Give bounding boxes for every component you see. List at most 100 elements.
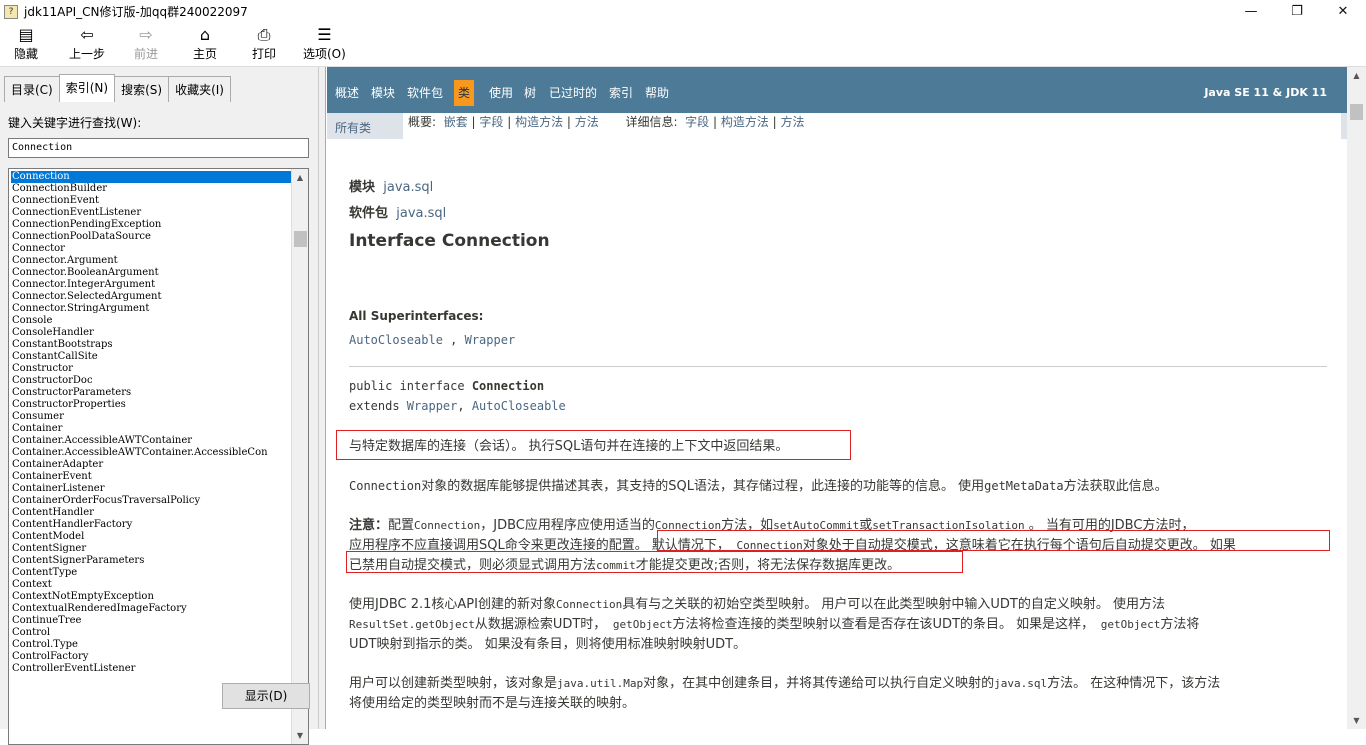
minimize-button[interactable]: — xyxy=(1228,0,1274,23)
decl-separator: , xyxy=(457,399,472,413)
index-list-item[interactable]: Connection xyxy=(11,171,293,183)
nav-module[interactable]: 模块 xyxy=(371,80,395,106)
index-list-item[interactable]: Container.AccessibleAWTContainer xyxy=(11,435,293,447)
tab-favorites[interactable]: 收藏夹(I) xyxy=(168,76,231,102)
tab-search[interactable]: 搜索(S) xyxy=(114,76,170,102)
index-list-item[interactable]: ConstantCallSite xyxy=(11,351,293,363)
detail-constructor-link[interactable]: 构造方法 xyxy=(721,115,769,129)
index-list-item[interactable]: Console xyxy=(11,315,293,327)
index-list-item[interactable]: Control.Type xyxy=(11,639,293,651)
scroll-up-icon[interactable]: ▲ xyxy=(292,169,308,186)
forward-label: 前进 xyxy=(134,47,159,61)
index-list-item[interactable]: ConstructorProperties xyxy=(11,399,293,411)
index-list-item[interactable]: ConnectionPoolDataSource xyxy=(11,231,293,243)
print-label: 打印 xyxy=(252,47,277,61)
pane-splitter[interactable] xyxy=(318,67,326,729)
highlight-box-3 xyxy=(346,551,963,573)
index-list-item[interactable]: Container.AccessibleAWTContainer.Accessi… xyxy=(11,447,293,459)
summary-constructor-link[interactable]: 构造方法 xyxy=(515,115,563,129)
index-list[interactable]: Connection ConnectionBuilder ConnectionEve… xyxy=(8,168,309,745)
index-list-item[interactable]: Container xyxy=(11,423,293,435)
index-list-item[interactable]: ConnectionEvent xyxy=(11,195,293,207)
index-list-item[interactable]: ConnectionPendingException xyxy=(11,219,293,231)
index-list-item[interactable]: Control xyxy=(11,627,293,639)
title-bar: ? jdk11API_CN修订版-加qq群240022097 — ❐ ✕ xyxy=(0,0,1366,23)
options-button[interactable]: ☰ 选项(O) xyxy=(303,25,346,65)
nav-overview[interactable]: 概述 xyxy=(335,80,359,106)
index-list-item[interactable]: Connector.StringArgument xyxy=(11,303,293,315)
detail-method-link[interactable]: 方法 xyxy=(781,115,805,129)
nav-deprecated[interactable]: 已过时的 xyxy=(549,80,597,106)
package-link[interactable]: java.sql xyxy=(396,206,446,221)
index-list-scrollbar[interactable]: ▲ ▼ xyxy=(291,169,308,744)
index-list-item[interactable]: ContainerListener xyxy=(11,483,293,495)
index-list-item[interactable]: ControlFactory xyxy=(11,651,293,663)
tab-contents[interactable]: 目录(C) xyxy=(4,76,60,102)
index-list-item[interactable]: ContentHandler xyxy=(11,507,293,519)
index-list-item[interactable]: Constructor xyxy=(11,363,293,375)
tab-index[interactable]: 索引(N) xyxy=(58,74,116,102)
index-list-item[interactable]: ConnectionBuilder xyxy=(11,183,293,195)
index-list-item[interactable]: ConsoleHandler xyxy=(11,327,293,339)
summary-field-link[interactable]: 字段 xyxy=(479,115,503,129)
hide-icon: ▤ xyxy=(18,25,34,44)
content-scrollbar[interactable]: ▲ ▼ xyxy=(1347,67,1366,729)
detail-field-link[interactable]: 字段 xyxy=(685,115,709,129)
nav-index[interactable]: 索引 xyxy=(609,80,633,106)
back-label: 上一步 xyxy=(69,47,106,61)
index-list-item[interactable]: ConstructorParameters xyxy=(11,387,293,399)
scroll-down-icon[interactable]: ▼ xyxy=(292,727,308,744)
index-list-item[interactable]: ContentHandlerFactory xyxy=(11,519,293,531)
index-list-item[interactable]: ContainerEvent xyxy=(11,471,293,483)
index-list-item[interactable]: ContinueTree xyxy=(11,615,293,627)
home-button[interactable]: ⌂ 主页 xyxy=(193,25,217,65)
scroll-up-icon[interactable]: ▲ xyxy=(1347,67,1366,84)
index-list-item[interactable]: ContentType xyxy=(11,567,293,579)
summary-nested-link[interactable]: 嵌套 xyxy=(444,115,468,129)
nav-tree[interactable]: 树 xyxy=(524,80,536,106)
scroll-thumb[interactable] xyxy=(294,231,307,247)
summary-method-link[interactable]: 方法 xyxy=(575,115,599,129)
print-button[interactable]: ⎙ 打印 xyxy=(252,25,276,65)
index-list-item[interactable]: ContentModel xyxy=(11,531,293,543)
index-list-item[interactable]: ContextualRenderedImageFactory xyxy=(11,603,293,615)
scroll-thumb[interactable] xyxy=(1350,104,1363,120)
decl-extends: extends xyxy=(349,399,407,413)
forward-button[interactable]: ⇨ 前进 xyxy=(134,25,158,65)
scroll-down-icon[interactable]: ▼ xyxy=(1347,712,1366,729)
index-list-item[interactable]: ConstructorDoc xyxy=(11,375,293,387)
index-list-item[interactable]: ContainerOrderFocusTraversalPolicy xyxy=(11,495,293,507)
autocloseable-link[interactable]: AutoCloseable xyxy=(349,333,443,347)
index-list-item[interactable]: ContentSigner xyxy=(11,543,293,555)
index-list-item[interactable]: Connector.BooleanArgument xyxy=(11,267,293,279)
index-list-item[interactable]: Consumer xyxy=(11,411,293,423)
close-button[interactable]: ✕ xyxy=(1320,0,1366,23)
all-classes-link[interactable]: 所有类 xyxy=(335,119,371,136)
module-link[interactable]: java.sql xyxy=(383,180,433,195)
nav-package[interactable]: 软件包 xyxy=(407,80,443,106)
index-list-item[interactable]: ControllerEventListener xyxy=(11,663,293,675)
index-list-item[interactable]: ConstantBootstraps xyxy=(11,339,293,351)
index-list-item[interactable]: ContentSignerParameters xyxy=(11,555,293,567)
nav-use[interactable]: 使用 xyxy=(489,80,513,106)
highlight-box-2 xyxy=(657,530,1330,551)
maximize-button[interactable]: ❐ xyxy=(1274,0,1320,23)
nav-help[interactable]: 帮助 xyxy=(645,80,669,106)
decl-autocloseable-link[interactable]: AutoCloseable xyxy=(472,399,566,413)
detail-label: 详细信息: xyxy=(625,115,678,129)
back-button[interactable]: ⇦ 上一步 xyxy=(69,25,105,65)
index-list-item[interactable]: Context xyxy=(11,579,293,591)
wrapper-link[interactable]: Wrapper xyxy=(465,333,516,347)
index-list-item[interactable]: ConnectionEventListener xyxy=(11,207,293,219)
index-list-item[interactable]: Connector xyxy=(11,243,293,255)
index-list-item[interactable]: Connector.SelectedArgument xyxy=(11,291,293,303)
decl-wrapper-link[interactable]: Wrapper xyxy=(407,399,458,413)
index-list-item[interactable]: Connector.Argument xyxy=(11,255,293,267)
index-list-item[interactable]: ContainerAdapter xyxy=(11,459,293,471)
keyword-input[interactable]: Connection xyxy=(8,138,309,158)
window-title: jdk11API_CN修订版-加qq群240022097 xyxy=(24,5,248,19)
display-button[interactable]: 显示(D) xyxy=(222,683,310,709)
index-list-item[interactable]: ContextNotEmptyException xyxy=(11,591,293,603)
hide-button[interactable]: ▤ 隐藏 xyxy=(14,25,38,65)
index-list-item[interactable]: Connector.IntegerArgument xyxy=(11,279,293,291)
